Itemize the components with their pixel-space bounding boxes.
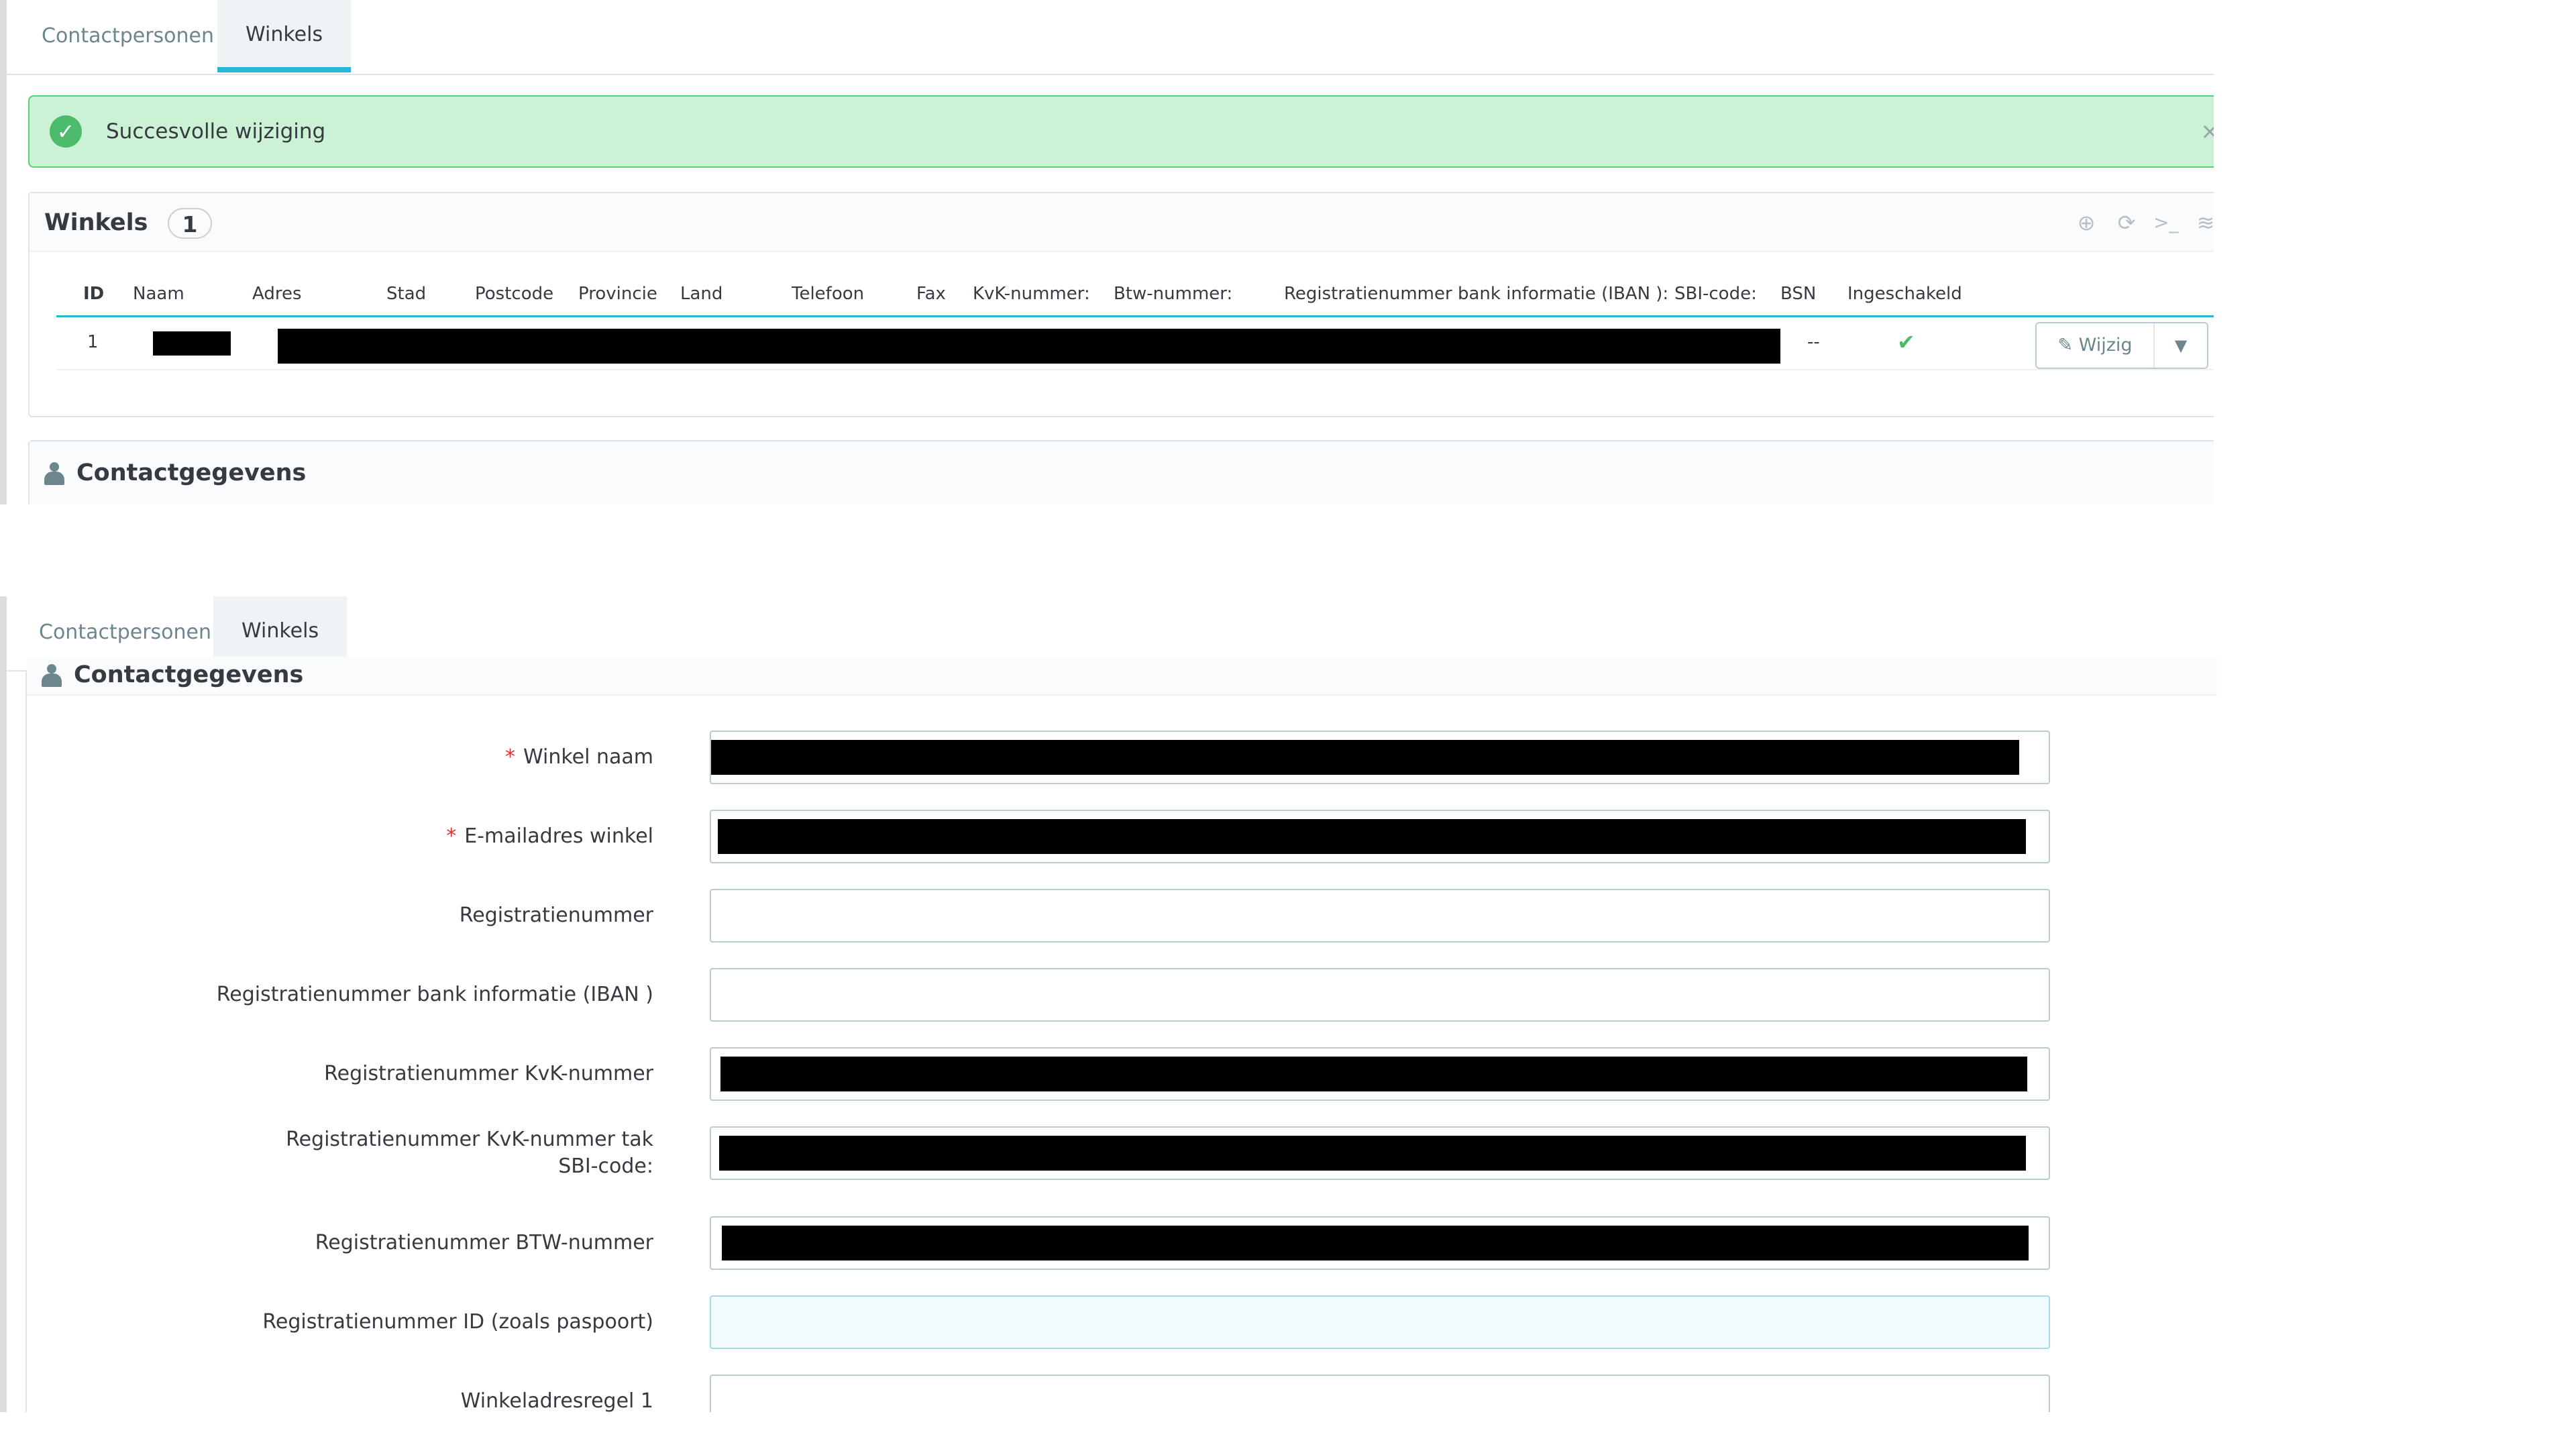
field-btw: Registratienummer BTW-nummer bbox=[27, 1216, 2217, 1270]
col-adres[interactable]: Adres bbox=[252, 272, 302, 315]
input-kvk-sbi[interactable] bbox=[710, 1126, 2050, 1180]
label-emailadres: * E-mailadres winkel bbox=[446, 824, 653, 848]
col-iban[interactable]: Registratienummer bank informatie (IBAN … bbox=[1284, 272, 1668, 315]
field-kvk: Registratienummer KvK-nummer bbox=[27, 1047, 2217, 1101]
field-winkel-naam: * Winkel naam bbox=[27, 731, 2217, 784]
tab-bar: Contactpersonen Winkels bbox=[7, 0, 2214, 75]
section-title: Contactgegevens bbox=[44, 441, 306, 504]
input-winkel-naam[interactable] bbox=[710, 731, 2050, 784]
terminal-icon[interactable]: >_ bbox=[2153, 211, 2178, 235]
col-naam[interactable]: Naam bbox=[133, 272, 184, 315]
caret-down-icon[interactable]: ▼ bbox=[2155, 323, 2207, 368]
winkels-list-view: Contactpersonen Winkels ✓ Succesvolle wi… bbox=[0, 0, 2214, 504]
form-header: Contactgegevens bbox=[27, 657, 2217, 696]
required-marker: * bbox=[446, 824, 457, 848]
field-emailadres: * E-mailadres winkel bbox=[27, 810, 2217, 863]
add-icon[interactable]: ⊕ bbox=[2074, 211, 2098, 235]
edit-button[interactable]: ✎ Wijzig bbox=[2037, 323, 2155, 368]
col-kvk[interactable]: KvK-nummer: bbox=[973, 272, 1090, 315]
contactgegevens-panel: Contactgegevens bbox=[28, 440, 2214, 504]
contactgegevens-form-panel: Contactgegevens * Winkel naam * E-mailadre… bbox=[25, 657, 2217, 1412]
col-stad[interactable]: Stad bbox=[386, 272, 426, 315]
input-emailadres[interactable] bbox=[710, 810, 2050, 863]
user-icon bbox=[44, 462, 64, 485]
col-sbi[interactable]: SBI-code: bbox=[1674, 272, 1757, 315]
redacted-value bbox=[720, 1057, 2027, 1091]
section-title-text: Contactgegevens bbox=[74, 661, 304, 688]
col-bsn[interactable]: BSN bbox=[1780, 272, 1816, 315]
redacted-value bbox=[722, 1226, 2029, 1260]
input-iban[interactable] bbox=[710, 968, 2050, 1022]
cell-bsn: -- bbox=[1807, 332, 1820, 352]
tab-contactpersonen[interactable]: Contactpersonen bbox=[13, 0, 242, 72]
close-icon[interactable]: × bbox=[2200, 97, 2214, 166]
label-registratienummer: Registratienummer bbox=[459, 904, 653, 927]
field-adresregel-1: Winkeladresregel 1 bbox=[27, 1375, 2217, 1412]
redacted-value bbox=[711, 740, 2019, 775]
label-adresregel-1: Winkeladresregel 1 bbox=[460, 1389, 653, 1412]
cell-id: 1 bbox=[87, 332, 99, 352]
input-adresregel-1[interactable] bbox=[710, 1375, 2050, 1412]
table-header: ID Naam Adres Stad Postcode Provincie La… bbox=[56, 272, 2214, 317]
label-winkel-naam: * Winkel naam bbox=[505, 745, 653, 769]
count-badge: 1 bbox=[168, 208, 212, 239]
label-kvk-sbi: Registratienummer KvK-nummer tak SBI-cod… bbox=[286, 1128, 653, 1178]
col-fax[interactable]: Fax bbox=[916, 272, 946, 315]
panel-title: Winkels bbox=[44, 209, 148, 236]
col-ingeschakeld[interactable]: Ingeschakeld bbox=[1847, 272, 1962, 315]
check-circle-icon: ✓ bbox=[50, 115, 82, 148]
alert-message: Succesvolle wijziging bbox=[106, 119, 326, 144]
field-iban: Registratienummer bank informatie (IBAN … bbox=[27, 968, 2217, 1022]
refresh-icon[interactable]: ⟳ bbox=[2114, 211, 2139, 235]
section-title-text: Contactgegevens bbox=[76, 460, 307, 486]
col-provincie[interactable]: Provincie bbox=[578, 272, 657, 315]
edit-button-group: ✎ Wijzig ▼ bbox=[2035, 322, 2208, 369]
label-id-paspoort: Registratienummer ID (zoals paspoort) bbox=[262, 1310, 653, 1334]
user-icon bbox=[42, 664, 62, 687]
field-kvk-sbi: Registratienummer KvK-nummer tak SBI-cod… bbox=[27, 1126, 2217, 1180]
required-marker: * bbox=[505, 745, 515, 769]
winkel-edit-view: Contactpersonen Winkels Contactgegevens … bbox=[0, 596, 2217, 1412]
pencil-icon: ✎ bbox=[2057, 335, 2074, 356]
contactgegevens-header: Contactgegevens bbox=[30, 441, 2214, 504]
input-kvk[interactable] bbox=[710, 1047, 2050, 1101]
label-iban: Registratienummer bank informatie (IBAN … bbox=[216, 983, 653, 1006]
winkels-panel: Winkels 1 ⊕ ⟳ >_ ≋ ID Naam Adres Stad Po… bbox=[28, 192, 2214, 417]
col-id[interactable]: ID bbox=[83, 272, 104, 315]
field-id-paspoort: Registratienummer ID (zoals paspoort) bbox=[27, 1295, 2217, 1349]
redacted-value bbox=[719, 1136, 2026, 1171]
panel-header: Winkels 1 ⊕ ⟳ >_ ≋ bbox=[30, 193, 2214, 252]
redacted-row-data bbox=[278, 329, 1780, 364]
col-land[interactable]: Land bbox=[680, 272, 722, 315]
col-btw[interactable]: Btw-nummer: bbox=[1114, 272, 1232, 315]
edit-label: Wijzig bbox=[2078, 335, 2133, 356]
input-btw[interactable] bbox=[710, 1216, 2050, 1270]
redacted-naam bbox=[153, 331, 231, 356]
enabled-check-icon[interactable]: ✔ bbox=[1897, 315, 1915, 369]
success-alert: ✓ Succesvolle wijziging × bbox=[28, 95, 2214, 168]
tab-winkels[interactable]: Winkels bbox=[217, 0, 352, 72]
redacted-value bbox=[718, 819, 2026, 854]
label-btw: Registratienummer BTW-nummer bbox=[315, 1231, 653, 1254]
input-registratienummer[interactable] bbox=[710, 889, 2050, 943]
col-postcode[interactable]: Postcode bbox=[475, 272, 553, 315]
field-registratienummer: Registratienummer bbox=[27, 889, 2217, 943]
database-icon[interactable]: ≋ bbox=[2194, 211, 2214, 235]
section-title: Contactgegevens bbox=[42, 657, 303, 693]
col-telefoon[interactable]: Telefoon bbox=[792, 272, 864, 315]
label-kvk: Registratienummer KvK-nummer bbox=[324, 1062, 653, 1085]
input-id-paspoort[interactable] bbox=[710, 1295, 2050, 1349]
left-border bbox=[0, 596, 7, 1412]
table-row[interactable]: 1 -- ✔ ✎ Wijzig ▼ bbox=[56, 315, 2214, 370]
left-border bbox=[0, 0, 7, 504]
